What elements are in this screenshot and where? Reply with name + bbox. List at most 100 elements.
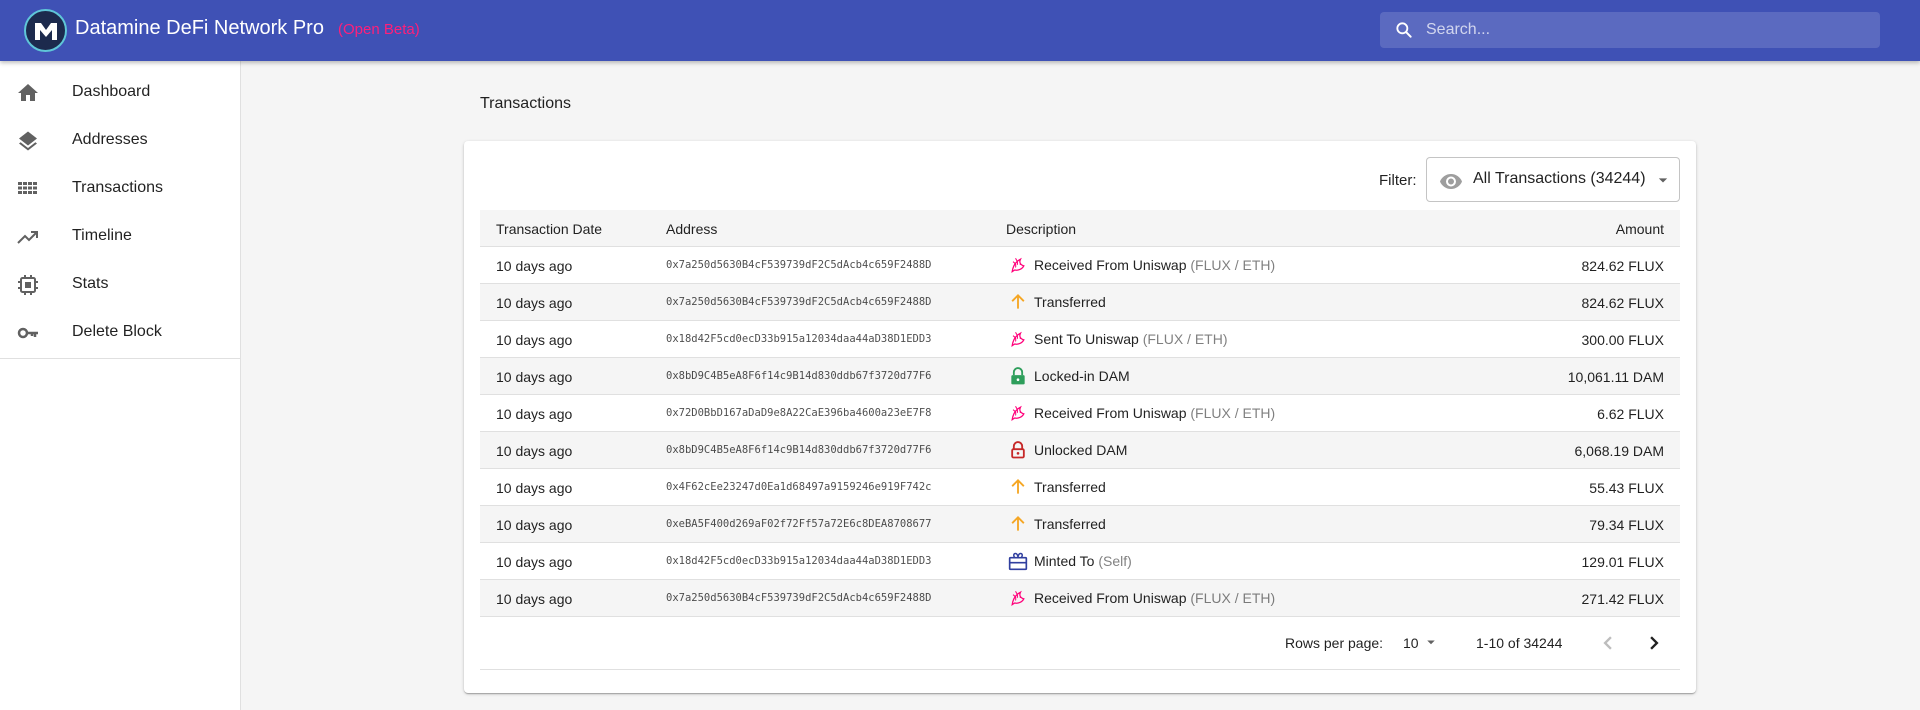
next-page-button[interactable] bbox=[1640, 629, 1668, 657]
sidebar-item-addresses[interactable]: Addresses bbox=[0, 117, 240, 165]
description-text: Minted To bbox=[1034, 553, 1095, 569]
row-date: 10 days ago bbox=[496, 517, 573, 533]
row-amount: 79.34 FLUX bbox=[1589, 517, 1664, 533]
previous-page-button[interactable] bbox=[1594, 629, 1622, 657]
row-date: 10 days ago bbox=[496, 554, 573, 570]
row-address-link[interactable]: 0xeBA5F400d269aF02f72Ff57a72E6c8DEA87086… bbox=[666, 518, 932, 530]
rows-per-page-select[interactable]: 10 bbox=[1403, 635, 1419, 651]
row-description: Transferred bbox=[1034, 479, 1106, 495]
trending-up-icon bbox=[17, 231, 38, 244]
grid-icon bbox=[18, 182, 37, 194]
sidebar-item-dashboard[interactable]: Dashboard bbox=[0, 69, 240, 117]
sidebar-item-label: Stats bbox=[72, 275, 109, 292]
row-amount: 55.43 FLUX bbox=[1589, 480, 1664, 496]
search-box[interactable] bbox=[1380, 12, 1880, 48]
sidebar-item-label: Dashboard bbox=[72, 83, 151, 100]
description-text: Locked-in DAM bbox=[1034, 368, 1130, 384]
row-amount: 129.01 FLUX bbox=[1581, 554, 1665, 570]
table-row: 10 days ago 0x7a250d5630B4cF539739dF2C5d… bbox=[480, 247, 1680, 284]
table-row: 10 days ago 0x18d42F5cd0ecD33b915a12034d… bbox=[480, 543, 1680, 580]
table-header: Transaction Date Address Description Amo… bbox=[480, 210, 1680, 247]
row-description: Transferred bbox=[1034, 294, 1106, 310]
sidebar-item-transactions[interactable]: Transactions bbox=[0, 165, 240, 213]
app-title: Datamine DeFi Network Pro bbox=[75, 17, 324, 39]
description-text: Sent To Uniswap bbox=[1034, 331, 1139, 347]
lock-icon bbox=[1011, 367, 1025, 385]
row-description: Sent To Uniswap (FLUX / ETH) bbox=[1034, 331, 1227, 347]
rows-per-page-label: Rows per page: bbox=[1285, 635, 1384, 651]
row-description: Received From Uniswap (FLUX / ETH) bbox=[1034, 590, 1275, 606]
uniswap-icon bbox=[1011, 257, 1025, 273]
arrow-up-icon bbox=[1011, 294, 1025, 309]
table-row: 10 days ago 0x8bD9C4B5eA8F6f14c9B14d830d… bbox=[480, 358, 1680, 395]
row-address-link[interactable]: 0x7a250d5630B4cF539739dF2C5dAcb4c659F248… bbox=[666, 296, 932, 308]
sidebar-item-label: Timeline bbox=[72, 227, 132, 244]
description-text: Transferred bbox=[1034, 294, 1106, 310]
description-text: Unlocked DAM bbox=[1034, 442, 1128, 458]
description-text: Received From Uniswap bbox=[1034, 590, 1187, 606]
row-address-link[interactable]: 0x7a250d5630B4cF539739dF2C5dAcb4c659F248… bbox=[666, 259, 932, 271]
description-text: Transferred bbox=[1034, 479, 1106, 495]
row-date: 10 days ago bbox=[496, 295, 573, 311]
row-address-link[interactable]: 0x7a250d5630B4cF539739dF2C5dAcb4c659F248… bbox=[666, 592, 932, 604]
table-row: 10 days ago 0xeBA5F400d269aF02f72Ff57a72… bbox=[480, 506, 1680, 543]
arrow-up-icon bbox=[1011, 516, 1025, 531]
column-header-address[interactable]: Address bbox=[666, 221, 717, 237]
row-amount: 10,061.11 DAM bbox=[1567, 369, 1664, 385]
row-description: Unlocked DAM bbox=[1034, 442, 1127, 458]
filter-value: All Transactions (34244) bbox=[1473, 170, 1646, 187]
table-row: 10 days ago 0x4F62cEe23247d0Ea1d68497a91… bbox=[480, 469, 1680, 506]
row-address-link[interactable]: 0x4F62cEe23247d0Ea1d68497a9159246e919F74… bbox=[666, 481, 932, 493]
pagination-range: 1-10 of 34244 bbox=[1476, 635, 1563, 651]
row-date: 10 days ago bbox=[496, 332, 573, 348]
sidebar-item-timeline[interactable]: Timeline bbox=[0, 213, 240, 261]
beta-badge: (Open Beta) bbox=[338, 21, 420, 38]
table-row: 10 days ago 0x8bD9C4B5eA8F6f14c9B14d830d… bbox=[480, 432, 1680, 469]
description-pair: (FLUX / ETH) bbox=[1190, 405, 1276, 421]
column-header-amount[interactable]: Amount bbox=[1616, 221, 1664, 237]
row-description: Received From Uniswap (FLUX / ETH) bbox=[1034, 405, 1275, 421]
sidebar: Dashboard Addresses Transactions Timelin… bbox=[0, 61, 241, 710]
row-description: Received From Uniswap (FLUX / ETH) bbox=[1034, 257, 1275, 273]
chevron-down-icon[interactable] bbox=[1422, 633, 1440, 651]
app-bar: Datamine DeFi Network Pro (Open Beta) bbox=[0, 0, 1920, 61]
table-pagination: Rows per page: 10 1-10 of 34244 bbox=[480, 616, 1680, 670]
filter-select[interactable]: All Transactions (34244) bbox=[1426, 157, 1680, 202]
sidebar-item-delete-block[interactable]: Delete Block bbox=[0, 309, 240, 357]
eye-icon bbox=[1440, 174, 1462, 189]
row-address-link[interactable]: 0x18d42F5cd0ecD33b915a12034daa44aD38D1ED… bbox=[666, 555, 932, 567]
table-row: 10 days ago 0x7a250d5630B4cF539739dF2C5d… bbox=[480, 284, 1680, 321]
sidebar-item-label: Addresses bbox=[72, 131, 148, 148]
row-amount: 271.42 FLUX bbox=[1581, 591, 1665, 607]
page-title: Transactions bbox=[480, 95, 571, 112]
description-pair: (Self) bbox=[1098, 553, 1132, 569]
uniswap-icon bbox=[1011, 331, 1025, 347]
row-date: 10 days ago bbox=[496, 591, 573, 607]
row-address-link[interactable]: 0x8bD9C4B5eA8F6f14c9B14d830ddb67f3720d77… bbox=[666, 444, 932, 456]
uniswap-icon bbox=[1011, 405, 1025, 421]
row-amount: 6.62 FLUX bbox=[1597, 406, 1664, 422]
search-input[interactable] bbox=[1426, 12, 1866, 48]
row-date: 10 days ago bbox=[496, 480, 573, 496]
chip-icon bbox=[18, 275, 38, 295]
row-address-link[interactable]: 0x18d42F5cd0ecD33b915a12034daa44aD38D1ED… bbox=[666, 333, 932, 345]
sidebar-item-stats[interactable]: Stats bbox=[0, 261, 240, 309]
row-description: Locked-in DAM bbox=[1034, 368, 1130, 384]
column-header-description[interactable]: Description bbox=[1006, 221, 1076, 237]
row-amount: 300.00 FLUX bbox=[1581, 332, 1665, 348]
home-icon bbox=[18, 84, 38, 101]
search-icon bbox=[1396, 22, 1412, 38]
uniswap-icon bbox=[1011, 590, 1025, 606]
row-description: Transferred bbox=[1034, 516, 1106, 532]
description-pair: (FLUX / ETH) bbox=[1142, 331, 1228, 347]
datamine-logo-icon[interactable] bbox=[24, 9, 67, 52]
row-amount: 824.62 FLUX bbox=[1581, 295, 1665, 311]
mint-icon bbox=[1008, 552, 1028, 571]
row-address-link[interactable]: 0x72D0BbD167aDaD9e8A22CaE396ba4600a23eE7… bbox=[666, 407, 932, 419]
row-address-link[interactable]: 0x8bD9C4B5eA8F6f14c9B14d830ddb67f3720d77… bbox=[666, 370, 932, 382]
column-header-date[interactable]: Transaction Date bbox=[496, 221, 602, 237]
description-text: Received From Uniswap bbox=[1034, 257, 1187, 273]
row-amount: 824.62 FLUX bbox=[1581, 258, 1665, 274]
arrow-up-icon bbox=[1011, 479, 1025, 494]
description-text: Transferred bbox=[1034, 516, 1106, 532]
